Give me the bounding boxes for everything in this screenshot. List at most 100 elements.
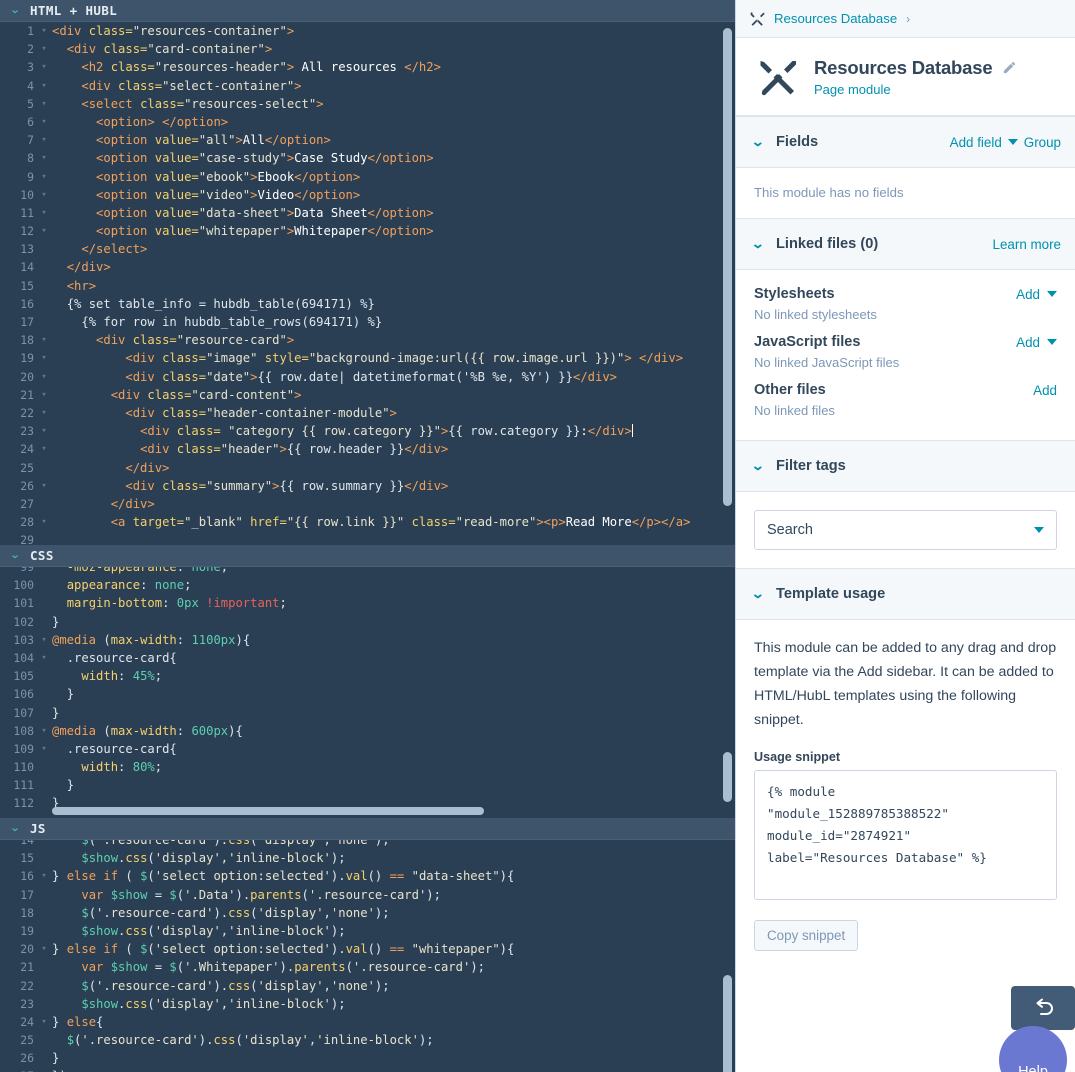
code-line[interactable]: 3 ▾ <h2 class="resources-header"> All res…	[0, 58, 690, 76]
chevron-down-icon[interactable]: ⌄	[751, 458, 780, 474]
code-line[interactable]: 6 ▾ <option> </option>	[0, 113, 690, 131]
code-line[interactable]: 19 ▾ <div class="image" style="background…	[0, 349, 690, 367]
code-line[interactable]: 111 }	[0, 776, 287, 794]
code-line[interactable]: 16 {% set table_info = hubdb_table(69417…	[0, 295, 690, 313]
code-line[interactable]: 109 ▾ .resource-card{	[0, 740, 287, 758]
fold-toggle-icon[interactable]: ▾	[38, 422, 50, 440]
file-group-add[interactable]: Add	[1016, 335, 1057, 350]
fold-toggle-icon[interactable]: ▾	[38, 204, 50, 222]
chevron-down-icon[interactable]	[1007, 139, 1018, 145]
group-button[interactable]: Group	[1024, 135, 1061, 150]
fold-toggle-icon[interactable]: ▾	[38, 740, 50, 758]
code-line[interactable]: 10 ▾ <option value="video">Video</option>	[0, 186, 690, 204]
code-line[interactable]: 19 $show.css('display','inline-block');	[0, 922, 514, 940]
file-group-add[interactable]: Add	[1016, 287, 1057, 302]
code-line[interactable]: 107}	[0, 704, 287, 722]
pane-header-js[interactable]: ⌄ JS	[0, 818, 735, 840]
help-button[interactable]: Help	[999, 1026, 1067, 1072]
fold-toggle-icon[interactable]: ▾	[38, 1013, 50, 1031]
fold-toggle-icon[interactable]: ▾	[38, 186, 50, 204]
chevron-down-icon[interactable]: ⌄	[751, 134, 780, 150]
code-line[interactable]: 12 ▾ <option value="whitepaper">Whitepape…	[0, 222, 690, 240]
fold-toggle-icon[interactable]: ▾	[38, 349, 50, 367]
code-line[interactable]: 13 </select>	[0, 240, 690, 258]
fold-toggle-icon[interactable]: ▾	[38, 649, 50, 667]
chevron-down-icon[interactable]	[1047, 291, 1057, 297]
code-line[interactable]: 99 -moz-appearance: none;	[0, 567, 287, 576]
fold-toggle-icon[interactable]: ▾	[38, 368, 50, 386]
vertical-scrollbar-js[interactable]	[723, 975, 732, 1072]
code-line[interactable]: 26}	[0, 1049, 514, 1067]
learn-more-link[interactable]: Learn more	[993, 237, 1061, 252]
code-line[interactable]: 8 ▾ <option value="case-study">Case Study…	[0, 149, 690, 167]
vertical-scrollbar-css[interactable]	[723, 752, 732, 802]
fold-toggle-icon[interactable]: ▾	[38, 149, 50, 167]
code-line[interactable]: 20 ▾} else if ( $('select option:selected…	[0, 940, 514, 958]
code-line[interactable]: 17 {% for row in hubdb_table_rows(694171…	[0, 313, 690, 331]
chevron-down-icon[interactable]	[1034, 527, 1044, 533]
section-header-linked-files[interactable]: ⌄ Linked files (0) Learn more	[736, 218, 1075, 270]
pane-header-html-hubl[interactable]: ⌄ HTML + HUBL	[0, 0, 735, 22]
vertical-scrollbar-html[interactable]	[723, 28, 732, 506]
chevron-down-icon[interactable]: ⌄	[751, 236, 780, 252]
chevron-down-icon[interactable]: ⌄	[9, 5, 22, 16]
usage-snippet-textarea[interactable]: {% module "module_152889785388522" modul…	[754, 770, 1057, 900]
code-line[interactable]: 102}	[0, 613, 287, 631]
fold-toggle-icon[interactable]: ▾	[38, 113, 50, 131]
fold-toggle-icon[interactable]: ▾	[38, 477, 50, 495]
code-line[interactable]: 21 var $show = $('.Whitepaper').parents(…	[0, 958, 514, 976]
add-field-button[interactable]: Add field	[950, 135, 1002, 150]
code-area-js[interactable]: 14 $('.resource-card').css('display','no…	[0, 840, 735, 1072]
code-line[interactable]: 4 ▾ <div class="select-container">	[0, 77, 690, 95]
fold-toggle-icon[interactable]: ▾	[38, 386, 50, 404]
fold-toggle-icon[interactable]: ▾	[38, 58, 50, 76]
add-other-file-button[interactable]: Add	[1033, 383, 1057, 398]
code-line[interactable]: 18 ▾ <div class="resource-card">	[0, 331, 690, 349]
code-line[interactable]: 15 <hr>	[0, 277, 690, 295]
pane-header-css[interactable]: ⌄ CSS	[0, 545, 735, 567]
chevron-down-icon[interactable]: ⌄	[751, 586, 780, 602]
code-area-css[interactable]: 99 -moz-appearance: none; 100 appearance:…	[0, 567, 735, 818]
pencil-icon[interactable]	[1002, 60, 1017, 75]
fold-toggle-icon[interactable]: ▾	[38, 22, 50, 40]
chevron-down-icon[interactable]	[1047, 339, 1057, 345]
code-line[interactable]: 26 ▾ <div class="summary">{{ row.summary …	[0, 477, 690, 495]
copy-snippet-button[interactable]: Copy snippet	[754, 920, 859, 951]
code-line[interactable]: 11 ▾ <option value="data-sheet">Data Shee…	[0, 204, 690, 222]
fold-toggle-icon[interactable]: ▾	[38, 722, 50, 740]
fold-toggle-icon[interactable]: ▾	[38, 940, 50, 958]
code-line[interactable]: 7 ▾ <option value="all">All</option>	[0, 131, 690, 149]
code-line[interactable]: 22 ▾ <div class="header-container-module"…	[0, 404, 690, 422]
code-line[interactable]: 1 ▾ <div class="resources-container">	[0, 22, 690, 40]
chevron-down-icon[interactable]: ⌄	[9, 823, 22, 834]
fold-toggle-icon[interactable]: ▾	[38, 404, 50, 422]
code-line[interactable]: 104 ▾ .resource-card{	[0, 649, 287, 667]
breadcrumb-link[interactable]: Resources Database	[774, 11, 897, 26]
code-line[interactable]: 27 </div>	[0, 495, 690, 513]
section-header-fields[interactable]: ⌄ Fields Add field Group	[736, 116, 1075, 168]
code-line[interactable]: 21 ▾ <div class="card-content">	[0, 386, 690, 404]
code-line[interactable]: 22 $('.resource-card').css('display','no…	[0, 977, 514, 995]
code-line[interactable]: 100 appearance: none;	[0, 576, 287, 594]
code-line[interactable]: 23 ▾ <div class= "category {{ row.categor…	[0, 422, 690, 440]
fold-toggle-icon[interactable]: ▾	[38, 77, 50, 95]
code-line[interactable]: 9 ▾ <option value="ebook">Ebook</option>	[0, 168, 690, 186]
fold-toggle-icon[interactable]: ▾	[38, 631, 50, 649]
code-line[interactable]: 18 $('.resource-card').css('display','no…	[0, 904, 514, 922]
fold-toggle-icon[interactable]: ▾	[38, 131, 50, 149]
fold-toggle-icon[interactable]: ▾	[38, 40, 50, 58]
fold-toggle-icon[interactable]: ▾	[38, 440, 50, 458]
fold-toggle-icon[interactable]: ▾	[38, 513, 50, 531]
code-line[interactable]: 101 margin-bottom: 0px !important;	[0, 594, 286, 612]
code-line[interactable]: 20 ▾ <div class="date">{{ row.date| datet…	[0, 368, 690, 386]
code-line[interactable]: 16 ▾} else if ( $('select option:selected…	[0, 867, 514, 885]
code-line[interactable]: 27});	[0, 1067, 514, 1072]
add-javascript-button[interactable]: Add	[1016, 335, 1040, 350]
code-line[interactable]: 14 $('.resource-card').css('display','no…	[0, 840, 514, 849]
code-line[interactable]: 108 ▾ @media (max-width: 600px){	[0, 722, 287, 740]
code-line[interactable]: 5 ▾ <select class="resources-select">	[0, 95, 690, 113]
code-line[interactable]: 105 width: 45%;	[0, 667, 287, 685]
code-line[interactable]: 29	[0, 531, 690, 545]
code-line[interactable]: 17 var $show = $('.Data').parents('.reso…	[0, 886, 514, 904]
code-area-html-hubl[interactable]: 1 ▾ <div class="resources-container"> 2 ▾ <d…	[0, 22, 735, 545]
